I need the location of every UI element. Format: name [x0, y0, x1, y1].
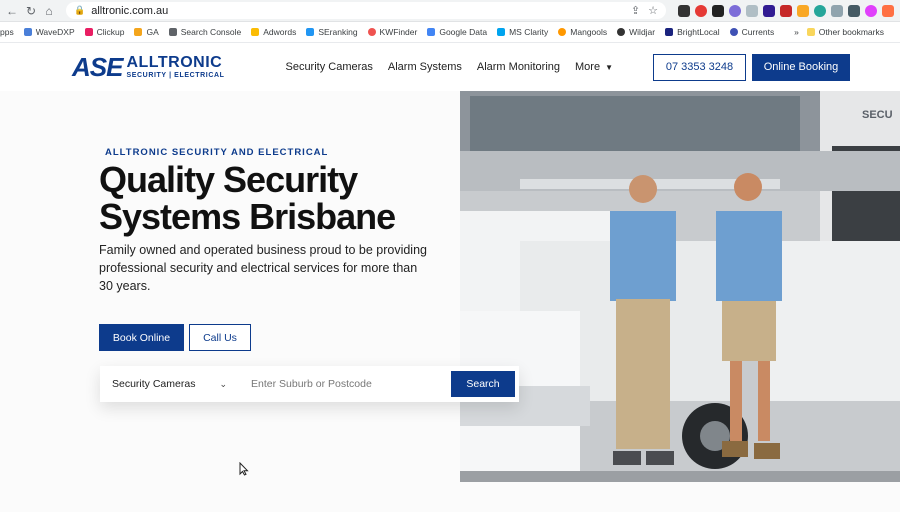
- site-logo[interactable]: ASE ALLTRONIC SECURITY | ELECTRICAL: [72, 52, 225, 83]
- bookmarks-overflow-button[interactable]: »: [794, 27, 799, 37]
- hero-photo: SECU: [460, 91, 900, 482]
- bookmarks-bar: pps WaveDXP Clickup GA Search Console Ad…: [0, 22, 900, 43]
- bookmark[interactable]: GA: [134, 27, 159, 37]
- nav-security-cameras[interactable]: Security Cameras: [285, 61, 372, 73]
- extension-icon[interactable]: [712, 4, 724, 17]
- extension-icon[interactable]: [678, 4, 690, 17]
- bookmark[interactable]: Clickup: [84, 27, 124, 37]
- service-select-value: Security Cameras: [112, 378, 196, 390]
- mouse-cursor-icon: [239, 462, 249, 476]
- main-nav: Security Cameras Alarm Systems Alarm Mon…: [285, 61, 613, 73]
- bookmark-favicon-icon: [251, 28, 260, 36]
- search-button[interactable]: Search: [451, 371, 515, 397]
- back-icon[interactable]: ←: [6, 4, 18, 18]
- logo-name: ALLTRONIC: [126, 54, 223, 71]
- lock-icon: 🔒: [74, 5, 86, 15]
- search-form: Security Cameras ⌄ Search: [100, 366, 519, 402]
- phone-button[interactable]: 07 3353 3248: [653, 53, 746, 81]
- extension-icon[interactable]: [695, 4, 707, 17]
- extension-icon[interactable]: [831, 4, 843, 17]
- extension-icon[interactable]: [797, 4, 809, 17]
- extension-icon[interactable]: [865, 4, 877, 17]
- extensions-row: [678, 4, 894, 17]
- star-icon[interactable]: ☆: [648, 4, 658, 17]
- bookmark[interactable]: KWFinder: [367, 27, 417, 37]
- suburb-postcode-input[interactable]: [237, 366, 451, 402]
- bookmark[interactable]: Mangools: [558, 27, 607, 37]
- bookmark[interactable]: WaveDXP: [23, 27, 75, 37]
- browser-toolbar: ← ↻ ⌂ 🔒 alltronic.com.au ⇪ ☆: [0, 0, 900, 22]
- url-text: alltronic.com.au: [91, 4, 169, 17]
- hero-tagline: ALLTRONIC SECURITY AND ELECTRICAL: [105, 147, 329, 158]
- bookmark[interactable]: BrightLocal: [665, 27, 720, 37]
- extension-icon[interactable]: [763, 4, 775, 17]
- bookmark[interactable]: SEranking: [306, 27, 358, 37]
- chevron-down-icon: ⌄: [219, 378, 227, 389]
- logo-sub: SECURITY | ELECTRICAL: [126, 72, 225, 79]
- nav-alarm-systems[interactable]: Alarm Systems: [388, 61, 462, 73]
- nav-more[interactable]: More ▼: [575, 61, 613, 73]
- bookmark[interactable]: MS Clarity: [497, 27, 548, 37]
- bookmark[interactable]: Adwords: [251, 27, 296, 37]
- bookmark-favicon-icon: [168, 28, 177, 36]
- site-header: ASE ALLTRONIC SECURITY | ELECTRICAL Secu…: [0, 43, 900, 91]
- folder-icon: [806, 28, 815, 36]
- nav-alarm-monitoring[interactable]: Alarm Monitoring: [477, 61, 560, 73]
- photo-signage: SECU: [862, 109, 893, 121]
- extension-icon[interactable]: [814, 4, 826, 17]
- chevron-down-icon: ▼: [605, 63, 613, 72]
- extension-icon[interactable]: [848, 4, 860, 17]
- bookmark-favicon-icon: [306, 28, 315, 36]
- call-us-button[interactable]: Call Us: [189, 324, 251, 351]
- bookmark-favicon-icon: [427, 28, 436, 36]
- bookmark-favicon-icon: [617, 28, 626, 36]
- bookmark-favicon-icon: [134, 28, 143, 36]
- book-online-button[interactable]: Book Online: [99, 324, 184, 351]
- bookmark-favicon-icon: [23, 28, 32, 36]
- extension-icon[interactable]: [746, 4, 758, 17]
- technicians-photo-illustration: SECU: [460, 91, 900, 482]
- extension-icon[interactable]: [780, 4, 792, 17]
- hero-section: SECU ALLTRONIC SECURITY AND ELECTRICAL Q…: [0, 91, 900, 512]
- bookmark[interactable]: Wildjar: [617, 27, 655, 37]
- bookmark[interactable]: Currents: [729, 27, 774, 37]
- bookmark-favicon-icon: [665, 28, 674, 36]
- other-bookmarks[interactable]: Other bookmarks: [806, 27, 884, 37]
- bookmark-favicon-icon: [558, 28, 567, 36]
- reload-icon[interactable]: ↻: [26, 4, 36, 18]
- bookmark[interactable]: pps: [0, 27, 14, 37]
- logo-mark: ASE: [72, 51, 123, 82]
- extension-icon[interactable]: [882, 4, 894, 17]
- bookmark-favicon-icon: [84, 28, 93, 36]
- share-icon[interactable]: ⇪: [631, 4, 640, 17]
- service-select[interactable]: Security Cameras ⌄: [100, 366, 237, 402]
- address-bar[interactable]: 🔒 alltronic.com.au ⇪ ☆: [66, 2, 666, 19]
- bookmark-favicon-icon: [729, 28, 738, 36]
- page-title: Quality Security Systems Brisbane: [99, 159, 396, 237]
- bookmark[interactable]: Google Data: [427, 27, 487, 37]
- online-booking-button[interactable]: Online Booking: [752, 53, 850, 81]
- bookmark-favicon-icon: [367, 28, 376, 36]
- hero-description: Family owned and operated business proud…: [99, 243, 427, 293]
- extension-icon[interactable]: [729, 4, 741, 17]
- home-icon[interactable]: ⌂: [44, 4, 54, 18]
- bookmark[interactable]: Search Console: [168, 27, 241, 37]
- bookmark-favicon-icon: [497, 28, 506, 36]
